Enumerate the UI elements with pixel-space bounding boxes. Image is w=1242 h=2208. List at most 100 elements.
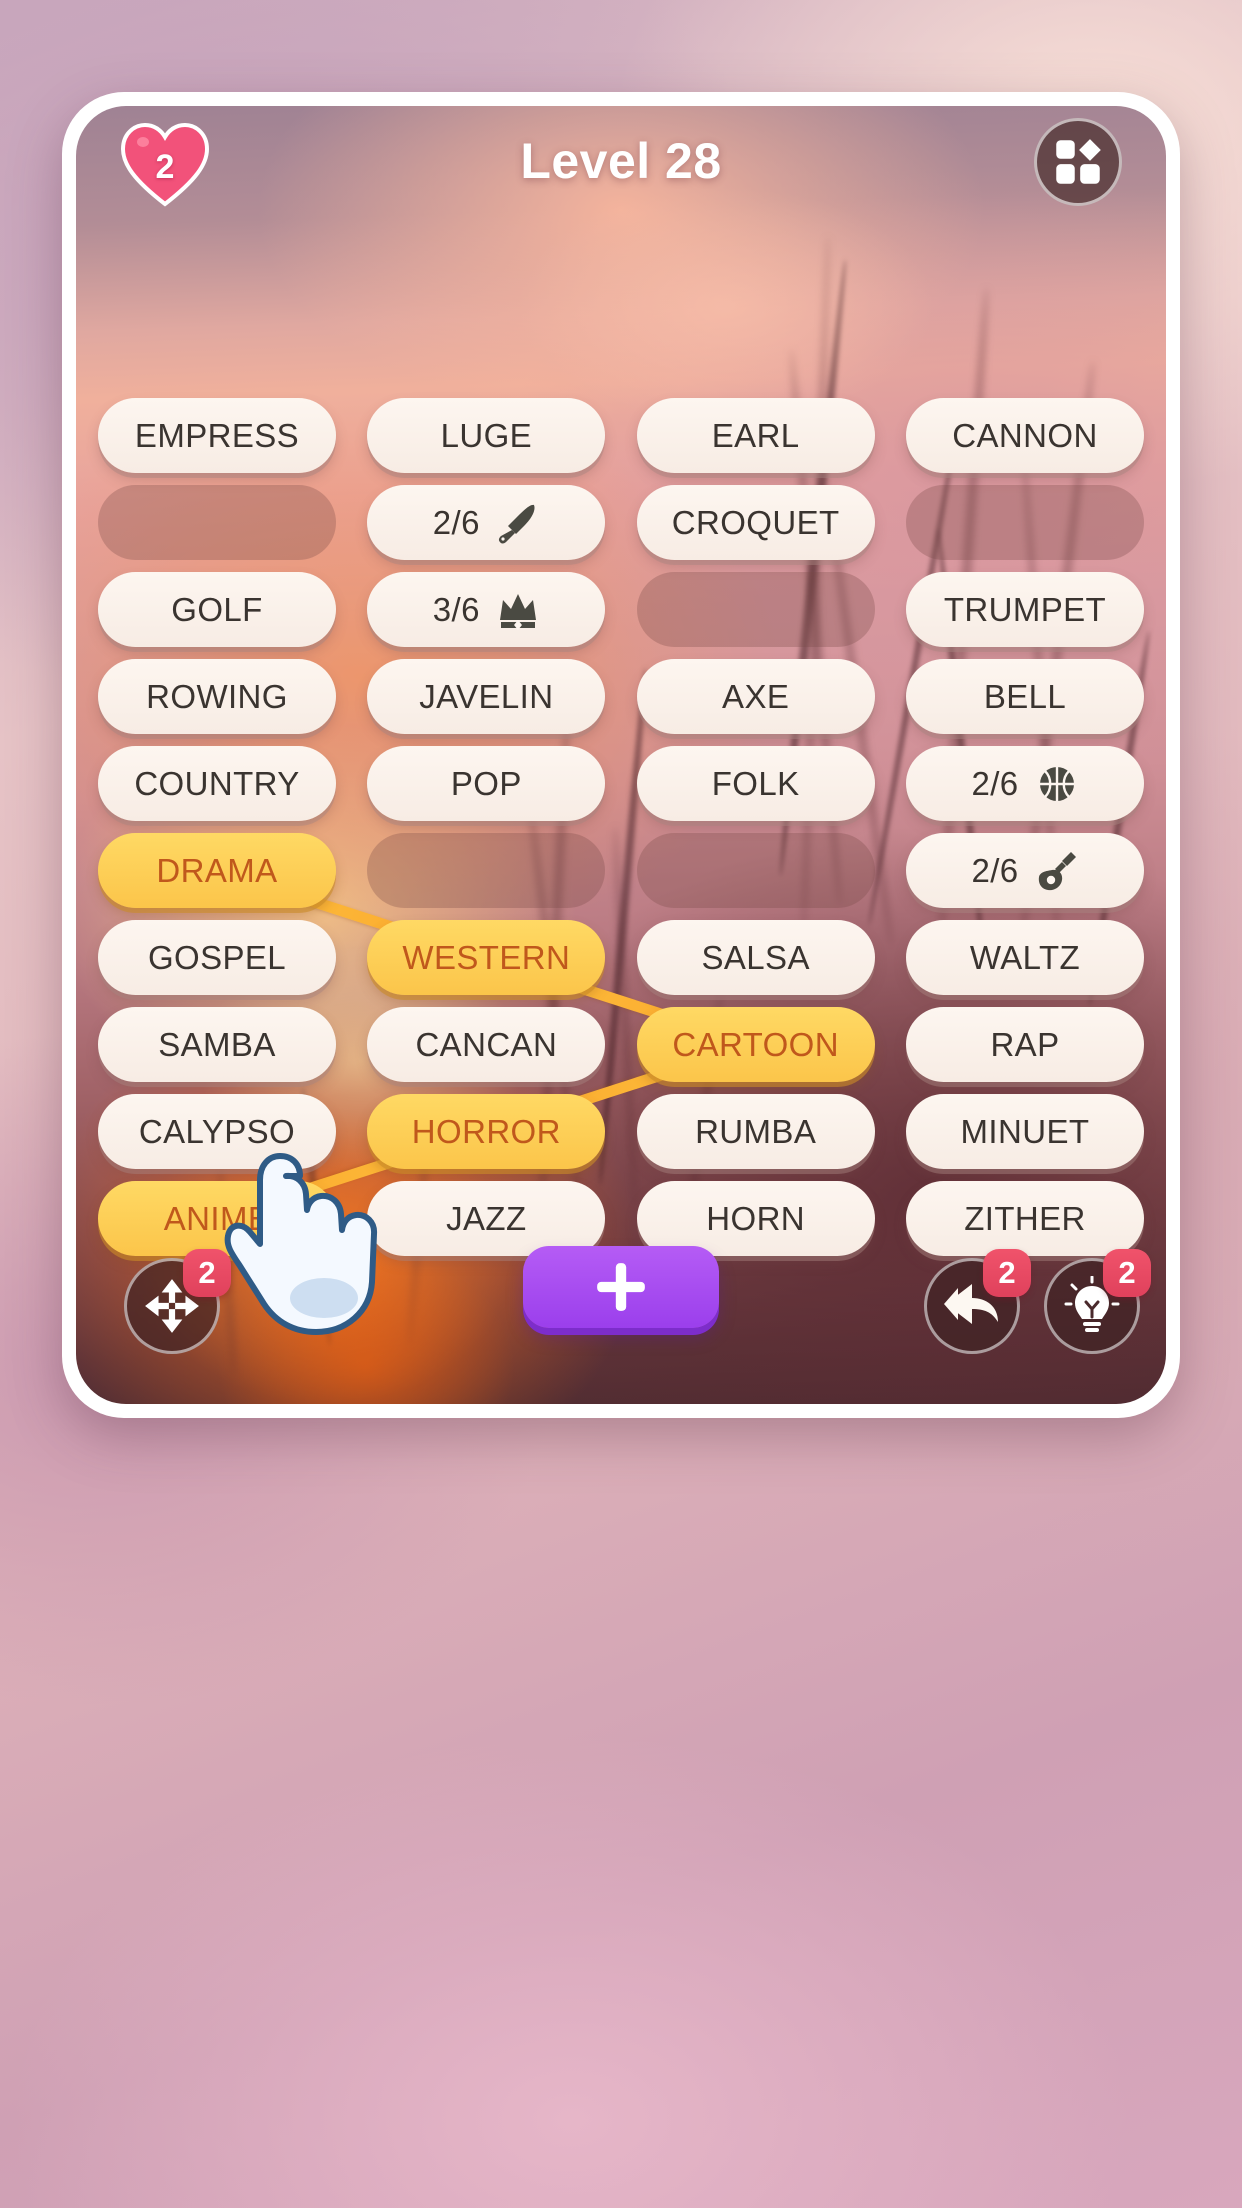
word-tile[interactable]: AXE [636,659,875,734]
menu-button[interactable] [1034,118,1122,206]
page-title: Level 28 [520,133,722,189]
basketball-icon [1035,762,1079,806]
word-tile-label: WALTZ [969,938,1081,976]
word-tile-label: HORROR [411,1112,561,1150]
phone-frame: 2 Level 28 EMPRESS LUGE EARL CANNON 2/6 CROQ… [62,92,1180,1418]
game-header: 2 Level 28 [76,106,1166,256]
undo-button[interactable]: 2 [924,1249,1031,1354]
grid-row: GOSPEL WESTERN SALSA WALTZ [76,920,1166,995]
word-tile[interactable]: CANNON [905,398,1144,473]
grid-row: COUNTRY POP FOLK 2/6 [76,746,1166,821]
counter-tile[interactable]: 2/6 [367,485,606,560]
word-tile-label: CANCAN [415,1025,558,1063]
word-tile[interactable]: RUMBA [636,1094,875,1169]
word-tile[interactable]: GOSPEL [98,920,336,995]
word-tile[interactable]: TRUMPET [905,572,1144,647]
word-tile-label: BELL [983,677,1067,715]
word-tile-empty [636,572,875,647]
word-tile-label: FOLK [711,764,800,802]
word-tile-label: MINUET [960,1112,1090,1150]
word-tile-label: RUMBA [695,1112,817,1150]
word-tile-label: GOLF [171,590,263,628]
word-tile[interactable]: COUNTRY [98,746,336,821]
shuffle-button[interactable]: 2 [124,1249,231,1354]
word-tile[interactable]: DRAMA [98,833,336,908]
word-tile[interactable]: GOLF [98,572,336,647]
word-tile[interactable]: LUGE [367,398,606,473]
word-tile[interactable]: CROQUET [636,485,875,560]
word-tile-empty [636,833,875,908]
counter-label: 3/6 [432,590,480,628]
word-tile-label: JAVELIN [419,677,554,715]
word-tile-label: DRAMA [156,851,278,889]
word-tile[interactable]: SALSA [636,920,875,995]
grid-row: ROWING JAVELIN AXE BELL [76,659,1166,734]
word-tile-label: EMPRESS [134,416,300,454]
word-tile[interactable]: EARL [636,398,875,473]
word-tile[interactable]: MINUET [905,1094,1144,1169]
guitar-icon [1035,849,1079,893]
grid-row: 2/6 CROQUET [76,485,1166,560]
word-tile[interactable]: FOLK [636,746,875,821]
grid-row: EMPRESS LUGE EARL CANNON [76,398,1166,473]
word-tile-label: JAZZ [446,1199,527,1237]
word-tile[interactable]: BELL [905,659,1144,734]
word-tile[interactable]: SAMBA [98,1007,336,1082]
word-tile-label: RAP [990,1025,1060,1063]
grid-row: DRAMA 2/6 [76,833,1166,908]
word-tile[interactable]: POP [367,746,606,821]
word-grid: EMPRESS LUGE EARL CANNON 2/6 CROQUET GOLF 3/6 … [76,398,1166,1268]
undo-badge: 2 [983,1249,1031,1297]
word-tile-empty [98,485,336,560]
knife-icon [496,501,540,545]
word-tile-label: ZITHER [964,1199,1086,1237]
word-tile[interactable]: HORROR [367,1094,606,1169]
word-tile-label: COUNTRY [134,764,300,802]
word-tile-label: CALYPSO [138,1112,296,1150]
word-tile-empty [905,485,1144,560]
add-button[interactable] [523,1246,719,1328]
word-tile-empty [367,833,606,908]
plus-icon [597,1263,645,1311]
word-tile[interactable]: ROWING [98,659,336,734]
word-tile-label: SAMBA [158,1025,276,1063]
word-tile[interactable]: WESTERN [367,920,606,995]
word-tile[interactable]: CALYPSO [98,1094,336,1169]
word-tile-label: POP [450,764,522,802]
hint-badge: 2 [1103,1249,1151,1297]
word-tile[interactable]: RAP [905,1007,1144,1082]
counter-tile[interactable]: 3/6 [367,572,606,647]
counter-label: 2/6 [971,851,1019,889]
grid-row: GOLF 3/6 TRUMPET [76,572,1166,647]
word-tile-label: GOSPEL [147,938,287,976]
counter-tile[interactable]: 2/6 [905,746,1144,821]
basketball-icon [1039,766,1074,801]
word-tile-label: WESTERN [402,938,571,976]
word-tile[interactable]: CARTOON [636,1007,875,1082]
word-tile-label: CROQUET [671,503,840,541]
word-tile[interactable]: CANCAN [367,1007,606,1082]
word-tile[interactable]: EMPRESS [98,398,336,473]
counter-label: 2/6 [971,764,1019,802]
word-tile-label: EARL [711,416,800,454]
hint-button[interactable]: 2 [1044,1249,1151,1354]
word-tile-label: CARTOON [672,1025,839,1063]
word-tile-label: AXE [722,677,790,715]
word-tile-label: ROWING [146,677,288,715]
counter-label: 2/6 [432,503,480,541]
grid-puzzle-icon [1056,139,1101,184]
grid-row: CALYPSO HORROR RUMBA MINUET [76,1094,1166,1169]
word-tile[interactable]: WALTZ [905,920,1144,995]
counter-tile[interactable]: 2/6 [905,833,1144,908]
word-tile-label: CANNON [952,416,1098,454]
word-tile-label: SALSA [701,938,810,976]
word-tile[interactable]: JAVELIN [367,659,606,734]
knife-icon [498,504,535,543]
guitar-icon [1038,851,1076,890]
game-screen: 2 Level 28 EMPRESS LUGE EARL CANNON 2/6 CROQ… [76,106,1166,1404]
word-tile-label: ANIME [163,1199,271,1237]
word-tile-label: TRUMPET [943,590,1107,628]
crown-icon [496,588,540,632]
word-tile-label: HORN [706,1199,806,1237]
bottom-toolbar: 2 2 2 [76,1238,1166,1378]
